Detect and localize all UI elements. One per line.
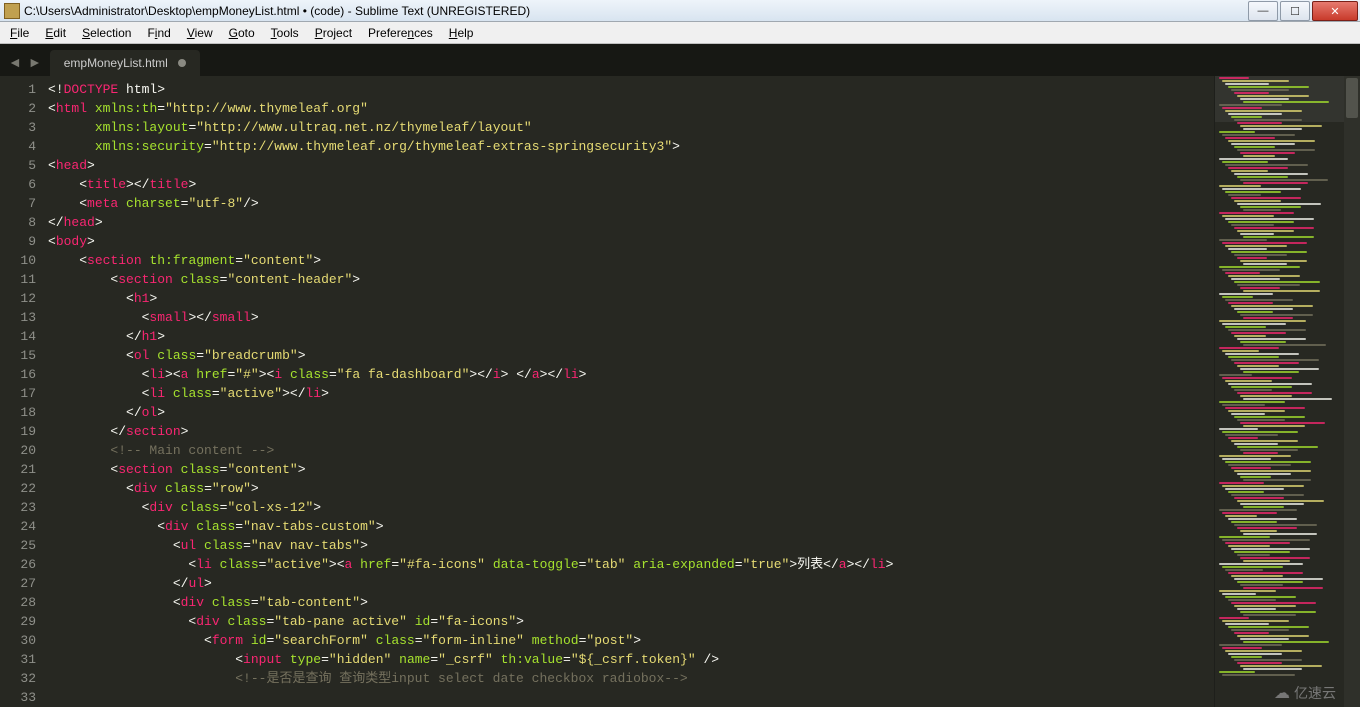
watermark: ☁ 亿速云 <box>1274 683 1336 703</box>
tab-empmoneylist[interactable]: empMoneyList.html <box>50 50 200 76</box>
scrollbar-thumb[interactable] <box>1346 78 1358 118</box>
menu-tools[interactable]: Tools <box>263 24 307 42</box>
minimize-button[interactable]: — <box>1248 1 1278 21</box>
tab-bar: ◄ ► empMoneyList.html <box>0 44 1360 76</box>
tab-label: empMoneyList.html <box>64 56 168 70</box>
menu-edit[interactable]: Edit <box>37 24 74 42</box>
menu-help[interactable]: Help <box>441 24 482 42</box>
menu-file[interactable]: File <box>2 24 37 42</box>
menu-bar: File Edit Selection Find View Goto Tools… <box>0 22 1360 44</box>
code-content[interactable]: <!DOCTYPE html><html xmlns:th="http://ww… <box>48 76 1214 707</box>
window-title: C:\Users\Administrator\Desktop\empMoneyL… <box>24 4 1360 18</box>
editor-area: 1234567891011121314151617181920212223242… <box>0 76 1360 707</box>
minimap[interactable] <box>1214 76 1344 707</box>
vertical-scrollbar[interactable] <box>1344 76 1360 707</box>
menu-find[interactable]: Find <box>139 24 178 42</box>
window-titlebar: C:\Users\Administrator\Desktop\empMoneyL… <box>0 0 1360 22</box>
menu-selection[interactable]: Selection <box>74 24 139 42</box>
maximize-button[interactable]: ☐ <box>1280 1 1310 21</box>
window-controls: — ☐ ✕ <box>1246 1 1358 21</box>
app-icon <box>4 3 20 19</box>
menu-project[interactable]: Project <box>307 24 360 42</box>
watermark-text: 亿速云 <box>1294 683 1336 703</box>
menu-view[interactable]: View <box>179 24 221 42</box>
tab-nav-arrows: ◄ ► <box>2 54 50 76</box>
nav-back-icon[interactable]: ◄ <box>8 54 22 70</box>
watermark-icon: ☁ <box>1274 683 1290 703</box>
dirty-indicator-icon <box>178 59 186 67</box>
menu-goto[interactable]: Goto <box>221 24 263 42</box>
nav-fwd-icon[interactable]: ► <box>28 54 42 70</box>
close-button[interactable]: ✕ <box>1312 1 1358 21</box>
menu-preferences[interactable]: Preferences <box>360 24 441 42</box>
line-number-gutter: 1234567891011121314151617181920212223242… <box>0 76 48 707</box>
